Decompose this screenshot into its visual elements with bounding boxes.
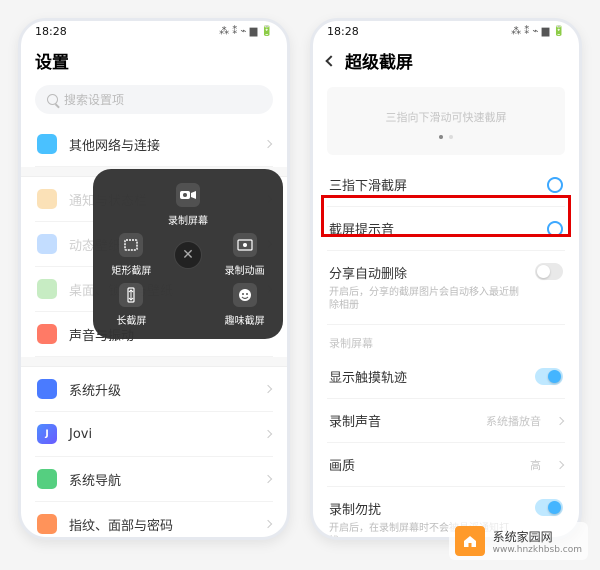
search-icon	[47, 94, 58, 105]
popup-record-screen[interactable]: 录制屏幕	[103, 183, 273, 227]
row-value: 系统播放音	[486, 413, 541, 429]
hint-card: 三指向下滑动可快速截屏	[327, 87, 565, 155]
watermark-title: 系统家园网	[493, 528, 582, 545]
toggle-on[interactable]	[535, 499, 563, 516]
jovi-icon: J	[37, 424, 57, 444]
popup-fun-screenshot[interactable]: 趣味截屏	[216, 283, 273, 327]
page-title: 设置	[35, 48, 69, 73]
toggle-on[interactable]	[535, 368, 563, 385]
watermark-text: 系统家园网 www.hnzkhbsb.com	[493, 528, 582, 555]
popup-long-screenshot[interactable]: 长截屏	[103, 283, 160, 327]
bell-icon	[37, 189, 57, 209]
arrows-vertical-icon	[119, 283, 143, 307]
dot-active	[439, 135, 443, 139]
house-icon	[455, 526, 485, 556]
page-header: 超级截屏	[313, 40, 579, 81]
chevron-right-icon	[264, 475, 272, 483]
phone-left: 18:28 ⁂ ⁑ ⌁ ▆ 🔋 设置 搜索设置项 其他网络与连接 通知与状态栏	[18, 18, 290, 540]
row-three-finger-swipe[interactable]: 三指下滑截屏	[327, 163, 565, 207]
section-header-recording: 录制屏幕	[327, 325, 565, 355]
page-title: 超级截屏	[345, 48, 413, 73]
radio-on-icon[interactable]	[547, 221, 563, 237]
status-bar: 18:28 ⁂ ⁑ ⌁ ▆ 🔋	[21, 21, 287, 40]
search-input[interactable]: 搜索设置项	[35, 85, 273, 114]
status-icons: ⁂ ⁑ ⌁ ▆ 🔋	[219, 26, 273, 37]
radio-on-icon[interactable]	[547, 177, 563, 193]
row-auto-delete[interactable]: 分享自动删除 开启后，分享的截屏图片会自动移入最近删除相册	[327, 251, 565, 325]
page-indicator	[335, 135, 557, 139]
watermark: 系统家园网 www.hnzkhbsb.com	[449, 522, 588, 560]
settings-item-upgrade[interactable]: 系统升级	[35, 367, 273, 412]
status-time: 18:28	[35, 25, 67, 38]
popup-close[interactable]: ✕	[174, 241, 202, 269]
page-header: 设置	[21, 40, 287, 81]
smile-icon	[233, 283, 257, 307]
camcorder-icon	[176, 183, 200, 207]
back-icon[interactable]	[325, 55, 336, 66]
row-show-touch-track[interactable]: 显示触摸轨迹	[327, 355, 565, 399]
chevron-right-icon	[264, 385, 272, 393]
popup-rect-screenshot[interactable]: 矩形截屏	[103, 233, 160, 277]
row-quality[interactable]: 画质 高	[327, 443, 565, 487]
upgrade-icon	[37, 379, 57, 399]
fingerprint-icon	[37, 514, 57, 534]
row-screenshot-sound[interactable]: 截屏提示音	[327, 207, 565, 251]
chevron-right-icon	[556, 416, 564, 424]
link-icon	[37, 134, 57, 154]
chevron-right-icon	[264, 430, 272, 438]
popup-record-anim[interactable]: 录制动画	[216, 233, 273, 277]
settings-item-connectivity[interactable]: 其他网络与连接	[35, 122, 273, 167]
wallpaper-icon	[37, 279, 57, 299]
hint-text: 三指向下滑动可快速截屏	[335, 109, 557, 125]
film-icon	[233, 233, 257, 257]
lock-icon	[37, 234, 57, 254]
status-bar: 18:28 ⁂ ⁑ ⌁ ▆ 🔋	[313, 21, 579, 40]
speaker-icon	[37, 324, 57, 344]
settings-item-navigation[interactable]: 系统导航	[35, 457, 273, 502]
watermark-url: www.hnzkhbsb.com	[493, 545, 582, 555]
screenshot-popup: 录制屏幕 矩形截屏 ✕ 录制动画 长截屏	[93, 169, 283, 339]
chevron-right-icon	[264, 140, 272, 148]
settings-item-biometrics[interactable]: 指纹、面部与密码	[35, 502, 273, 537]
settings-item-jovi[interactable]: J Jovi	[35, 412, 273, 457]
phone-right: 18:28 ⁂ ⁑ ⌁ ▆ 🔋 超级截屏 三指向下滑动可快速截屏 三指下滑截屏 …	[310, 18, 582, 540]
row-record-sound[interactable]: 录制声音 系统播放音	[327, 399, 565, 443]
chevron-right-icon	[264, 520, 272, 528]
row-value: 高	[530, 457, 541, 473]
navigation-icon	[37, 469, 57, 489]
close-icon: ✕	[174, 241, 202, 269]
toggle-off[interactable]	[535, 263, 563, 280]
crop-icon	[119, 233, 143, 257]
status-icons: ⁂ ⁑ ⌁ ▆ 🔋	[511, 26, 565, 37]
status-time: 18:28	[327, 25, 359, 38]
option-list: 三指下滑截屏 截屏提示音 分享自动删除 开启后，分享的截屏图片会自动移入最近删除…	[313, 163, 579, 537]
dot	[449, 135, 453, 139]
chevron-right-icon	[556, 460, 564, 468]
search-placeholder: 搜索设置项	[64, 91, 124, 108]
